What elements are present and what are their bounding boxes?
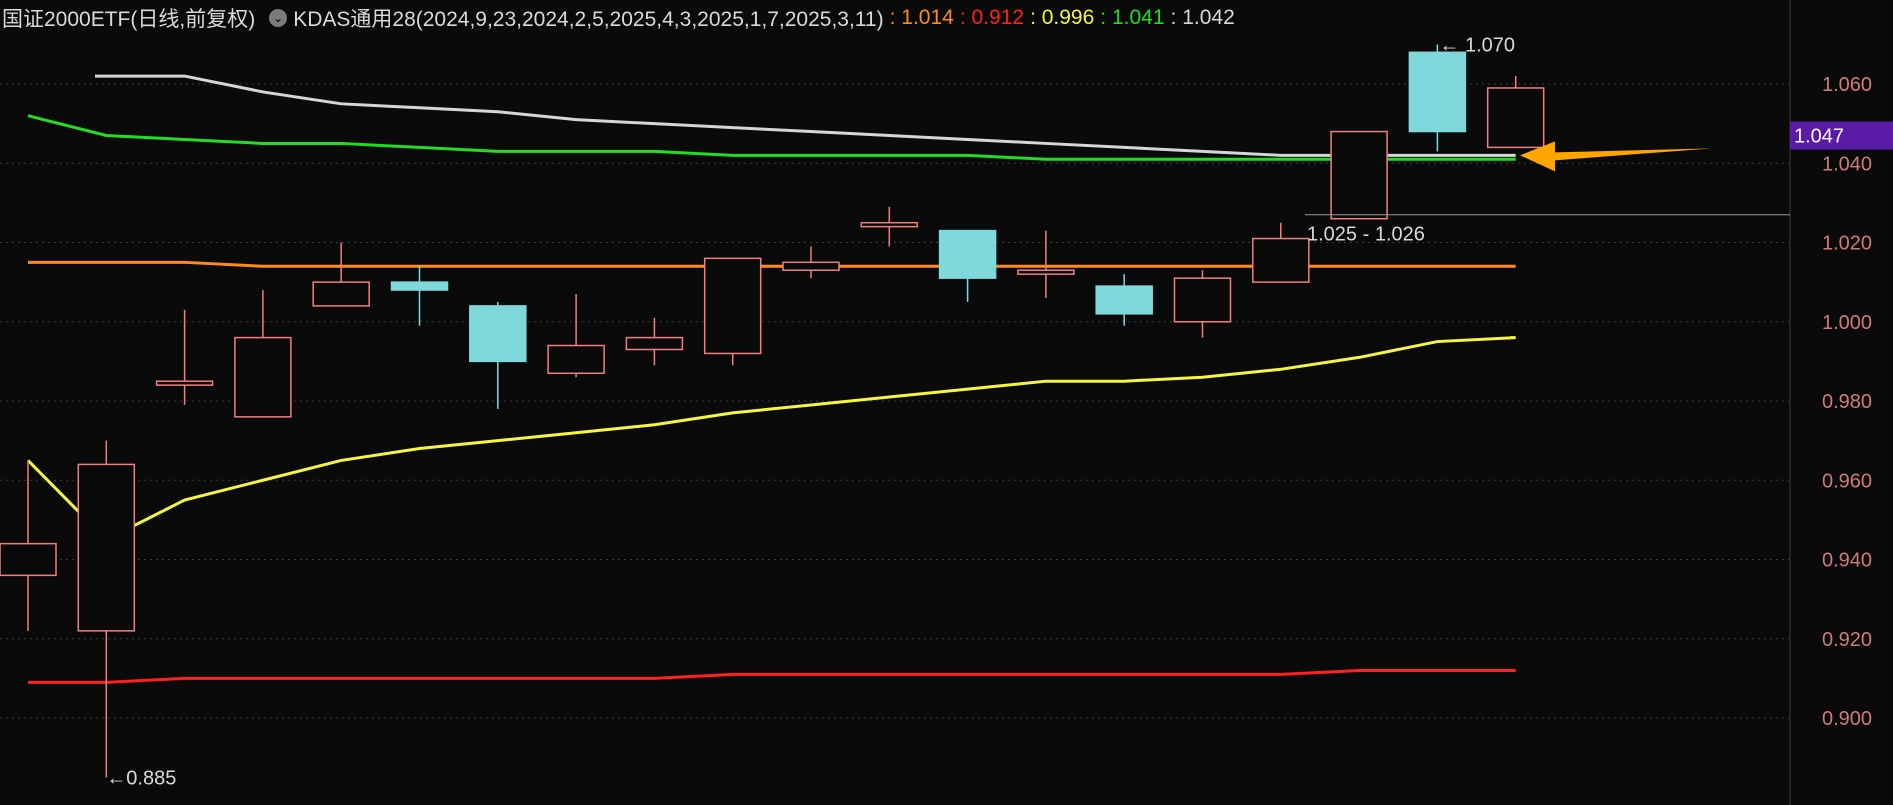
y-tick-label: 0.980 — [1822, 391, 1872, 413]
range-label: 1.025 - 1.026 — [1307, 224, 1425, 246]
candle-body — [390, 281, 449, 291]
high-label: ← 1.070 — [1439, 34, 1515, 56]
candle-2[interactable] — [155, 309, 214, 405]
candle-body — [469, 305, 527, 363]
candle-15[interactable] — [1173, 270, 1232, 338]
candle-7[interactable] — [547, 294, 605, 378]
indicator-line-3 — [27, 114, 1516, 161]
candle-16[interactable] — [1252, 222, 1310, 283]
candle-18[interactable] — [1408, 44, 1467, 152]
candle-body — [1408, 51, 1467, 133]
kline-chart[interactable]: 国证2000ETF(日线,前复权) ⌄ KDAS通用28(2024,9,23,2… — [0, 0, 1893, 805]
low-label: ←0.885 — [106, 767, 176, 789]
candle-9[interactable] — [703, 257, 762, 366]
candle-19[interactable] — [1486, 76, 1545, 149]
candle-body — [1486, 87, 1545, 149]
candle-4[interactable] — [312, 242, 370, 307]
candle-body — [77, 463, 136, 632]
candle-5[interactable] — [390, 266, 449, 326]
candle-body — [860, 221, 919, 228]
y-tick-label: 1.060 — [1822, 74, 1872, 96]
candle-body — [625, 336, 684, 351]
candle-body — [1173, 277, 1232, 323]
candle-0[interactable] — [0, 460, 57, 631]
candle-body — [155, 380, 214, 386]
y-tick-label: 0.960 — [1822, 470, 1872, 492]
candle-body — [1330, 130, 1388, 220]
candle-10[interactable] — [782, 246, 840, 279]
y-tick-label: 0.920 — [1822, 629, 1872, 651]
candle-body — [782, 261, 840, 271]
candle-body — [938, 229, 997, 279]
candle-8[interactable] — [625, 317, 684, 366]
candle-14[interactable] — [1095, 274, 1153, 326]
y-tick-label: 1.000 — [1822, 312, 1872, 334]
y-tick-label: 1.020 — [1822, 233, 1872, 255]
candle-6[interactable] — [469, 301, 527, 409]
candle-body — [0, 542, 57, 577]
candle-1[interactable] — [77, 440, 136, 778]
candle-body — [312, 281, 370, 307]
candle-11[interactable] — [860, 206, 919, 247]
candle-body — [234, 336, 292, 418]
candle-13[interactable] — [1017, 230, 1075, 298]
y-tick-label: 0.940 — [1822, 550, 1872, 572]
indicator-line-1 — [28, 668, 1516, 684]
candle-12[interactable] — [938, 229, 997, 302]
candle-body — [547, 344, 605, 375]
price-plot[interactable]: 1.060 1.040 1.020 1.000 0.980 0.960 0.940 0.920… — [0, 0, 1893, 805]
y-tick-label: 1.040 — [1822, 153, 1872, 175]
y-tick-label: 0.900 — [1822, 708, 1872, 730]
candle-17[interactable] — [1330, 130, 1388, 220]
orange-arrow — [1520, 141, 1712, 172]
candle-body — [1252, 237, 1310, 283]
candle-body — [1017, 269, 1075, 275]
candle-body — [1095, 285, 1153, 315]
candle-body — [703, 257, 762, 355]
current-price-label: 1.047 — [1794, 126, 1844, 148]
candle-3[interactable] — [234, 290, 292, 418]
